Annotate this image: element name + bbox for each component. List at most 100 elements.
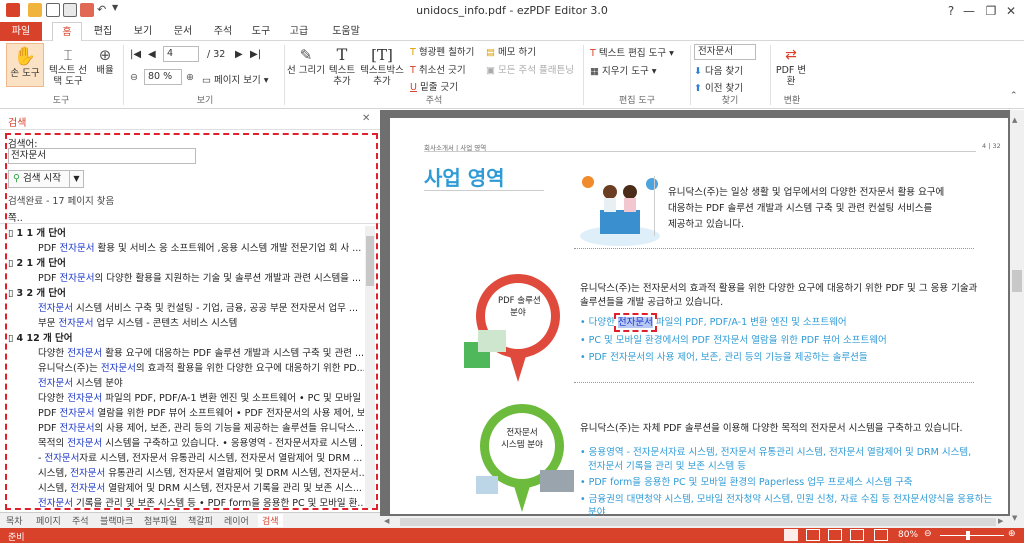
- scroll-up-icon[interactable]: ▲: [1012, 116, 1017, 124]
- tab-layers[interactable]: 레이어: [224, 514, 249, 527]
- text-select-tool-button[interactable]: ⌶ 텍스트 선택 도구: [47, 45, 89, 87]
- result-group-label: 2 1 개 단어: [16, 258, 66, 269]
- tab-help[interactable]: 도움말: [326, 22, 366, 41]
- result-item[interactable]: PDF 전자문서 열람을 위한 PDF 뷰어 소프트웨어 • PDF 전자문서의…: [38, 406, 364, 421]
- draw-line-button[interactable]: ✎ 선 그리기: [286, 45, 326, 76]
- search-input[interactable]: 전자문서: [8, 148, 196, 164]
- zoom-out-icon[interactable]: ⊖: [130, 72, 138, 83]
- search-options-dropdown-icon[interactable]: ▼: [69, 171, 83, 187]
- highlighter-icon: T: [410, 47, 416, 58]
- result-context-text: 목적의: [38, 438, 68, 449]
- ribbon-divider: [123, 45, 124, 105]
- result-context-text: 다양한: [38, 348, 68, 359]
- hand-tool-button[interactable]: ✋ 손 도구: [6, 43, 44, 87]
- horizontal-scroll-thumb[interactable]: [400, 518, 996, 526]
- fit-view-icon[interactable]: [874, 529, 888, 541]
- facing-view-icon[interactable]: [828, 529, 842, 541]
- tab-bookmarks[interactable]: 책갈피: [188, 514, 213, 527]
- page-number-input[interactable]: 4: [163, 46, 199, 62]
- page-view-button[interactable]: ▭ 페이지 보기 ▾: [202, 72, 269, 86]
- pdf-convert-label: PDF 변환: [775, 65, 807, 87]
- cover-view-icon[interactable]: [850, 529, 864, 541]
- document-vertical-scrollbar[interactable]: ▲ ▼: [1010, 110, 1024, 528]
- text-select-icon: ⌶: [63, 46, 73, 64]
- result-item[interactable]: 전자문서 시스템 분야: [38, 376, 364, 391]
- ribbon-collapse-icon[interactable]: ⌃: [1010, 91, 1018, 101]
- result-page-group[interactable]: ▯ 4 12 개 단어: [8, 331, 73, 346]
- next-page-button[interactable]: ▶: [235, 49, 243, 60]
- tab-blackmark[interactable]: 블랙마크: [100, 514, 133, 527]
- tab-pages[interactable]: 페이지: [36, 514, 61, 527]
- text-edit-tool-button[interactable]: T 텍스트 편집 도구 ▾: [590, 45, 674, 59]
- results-scroll-thumb[interactable]: [366, 236, 374, 286]
- intro-divider: [654, 176, 655, 236]
- tab-attachments[interactable]: 첨부파일: [144, 514, 177, 527]
- find-input[interactable]: 전자문서: [694, 44, 756, 60]
- result-item[interactable]: PDF 전자문서의 사용 제어, 보존, 관리 등의 기능을 제공하는 솔루션들…: [38, 421, 364, 436]
- tab-annotations[interactable]: 주석: [72, 514, 89, 527]
- result-page-group[interactable]: ▯ 3 2 개 단어: [8, 286, 66, 301]
- zoom-in-status-icon[interactable]: ⊕: [1008, 529, 1016, 539]
- result-item[interactable]: 유니닥스(주)는 전자문서의 효과적 활용을 위한 다양한 요구에 대응하기 위…: [38, 361, 364, 376]
- result-match-text: 전자문서: [67, 438, 103, 449]
- scroll-left-icon[interactable]: ◀: [384, 517, 389, 525]
- tab-advanced[interactable]: 고급: [284, 22, 314, 41]
- zoom-input[interactable]: 80 %: [144, 69, 182, 85]
- erase-tool-button[interactable]: ▦ 지우기 도구 ▾: [590, 63, 657, 77]
- close-button[interactable]: ✕: [998, 2, 1024, 20]
- result-match-text: 전자문서: [59, 423, 95, 434]
- result-item[interactable]: 다양한 전자문서 활용 요구에 대응하는 PDF 솔루션 개발과 시스템 구축 …: [38, 346, 364, 361]
- bullet-text: PC 및 모바일 환경에서의 PDF 전자문서 열람을 위한 PDF 뷰어 소프…: [588, 335, 887, 346]
- tab-document[interactable]: 문서: [168, 22, 198, 41]
- scroll-down-icon[interactable]: ▼: [1012, 514, 1017, 522]
- document-scroll-thumb[interactable]: [1012, 270, 1022, 292]
- document-horizontal-scrollbar[interactable]: ◀ ▶: [380, 516, 1010, 528]
- search-start-button[interactable]: ⚲ 검색 시작 ▼: [8, 170, 84, 188]
- highlight-button[interactable]: T 형광펜 칠하기: [410, 44, 474, 58]
- bullet-text: PDF form을 응용한 PC 및 모바일 환경의 Paperless 업무 …: [588, 477, 913, 488]
- tab-search[interactable]: 검색: [258, 514, 283, 527]
- tab-file[interactable]: 파일: [0, 22, 42, 41]
- result-item[interactable]: PDF 전자문서 활용 및 서비스 응 소프트웨어 ,응용 시스템 개발 전문기…: [38, 241, 364, 256]
- result-context-text: 의 다양한 활용을 지원하는 기술 및 솔루션 개발과 관련 시스템을 ...: [94, 273, 362, 284]
- zoom-slider[interactable]: [940, 535, 1004, 536]
- tab-tools[interactable]: 도구: [246, 22, 276, 41]
- result-page-group[interactable]: ▯ 2 1 개 단어: [8, 256, 66, 271]
- strikethrough-button[interactable]: T 취소선 긋기: [410, 62, 466, 76]
- result-item[interactable]: 시스템, 전자문서 유통관리 시스템, 전자문서 열람제어 및 DRM 시스템,…: [38, 466, 364, 481]
- zoom-in-icon[interactable]: ⊕: [186, 72, 194, 83]
- tab-home[interactable]: 홈: [52, 22, 82, 42]
- add-textbox-button[interactable]: [T] 텍스트박스 추가: [360, 45, 404, 87]
- tab-annotation[interactable]: 주석: [208, 22, 238, 41]
- single-page-view-icon[interactable]: [784, 529, 798, 541]
- prev-page-button[interactable]: ◀: [148, 49, 156, 60]
- flatten-all-button[interactable]: ▣ 모든 주석 플래튼닝: [486, 62, 574, 76]
- result-item[interactable]: 다양한 전자문서 파일의 PDF, PDF/A-1 변환 엔진 및 소프트웨어 …: [38, 391, 364, 406]
- memo-button[interactable]: ▤ 메모 하기: [486, 44, 536, 58]
- first-page-button[interactable]: |◀: [130, 49, 141, 60]
- continuous-view-icon[interactable]: [806, 529, 820, 541]
- underline-button[interactable]: U 밑줄 긋기: [410, 79, 458, 93]
- tab-view[interactable]: 보기: [128, 22, 158, 41]
- result-item[interactable]: - 전자문서자료 시스템, 전자문서 유통관리 시스템, 전자문서 열람제어 및…: [38, 451, 364, 466]
- add-text-button[interactable]: T 텍스트 추가: [326, 45, 358, 87]
- zoom-tool-button[interactable]: ⊕ 배율: [92, 45, 118, 76]
- zoom-out-status-icon[interactable]: ⊖: [924, 529, 932, 539]
- result-item[interactable]: 시스템, 전자문서 열람제어 및 DRM 시스템, 전자문서 기록을 관리 및 …: [38, 481, 364, 496]
- result-item[interactable]: 부문 전자문서 업무 시스템 - 콘텐츠 서비스 시스템: [38, 316, 364, 331]
- result-item[interactable]: 전자문서 기록을 관리 및 보존 시스템 등 • PDF form을 응용한 P…: [38, 496, 364, 508]
- results-scrollbar[interactable]: [365, 226, 375, 508]
- result-item[interactable]: 목적의 전자문서 시스템을 구축하고 있습니다. • 응용영역 - 전자문서자료…: [38, 436, 364, 451]
- tab-edit[interactable]: 편집: [88, 22, 118, 41]
- result-item[interactable]: PDF 전자문서의 다양한 활용을 지원하는 기술 및 솔루션 개발과 관련 시…: [38, 271, 364, 286]
- result-item[interactable]: 전자문서 시스템 서비스 구축 및 컨설팅 - 기업, 금융, 공공 부문 전자…: [38, 301, 364, 316]
- pdf-convert-button[interactable]: ⇄ PDF 변환: [774, 45, 808, 87]
- find-prev-button[interactable]: ⬆ 이전 찾기: [694, 80, 743, 94]
- result-page-group[interactable]: ▯ 1 1 개 단어: [8, 226, 66, 241]
- panel-close-icon[interactable]: ✕: [362, 113, 370, 124]
- zoom-slider-thumb[interactable]: [966, 531, 970, 540]
- scroll-right-icon[interactable]: ▶: [998, 517, 1003, 525]
- tab-toc[interactable]: 목차: [6, 514, 23, 527]
- find-next-button[interactable]: ⬇ 다음 찾기: [694, 63, 743, 77]
- last-page-button[interactable]: ▶|: [250, 49, 261, 60]
